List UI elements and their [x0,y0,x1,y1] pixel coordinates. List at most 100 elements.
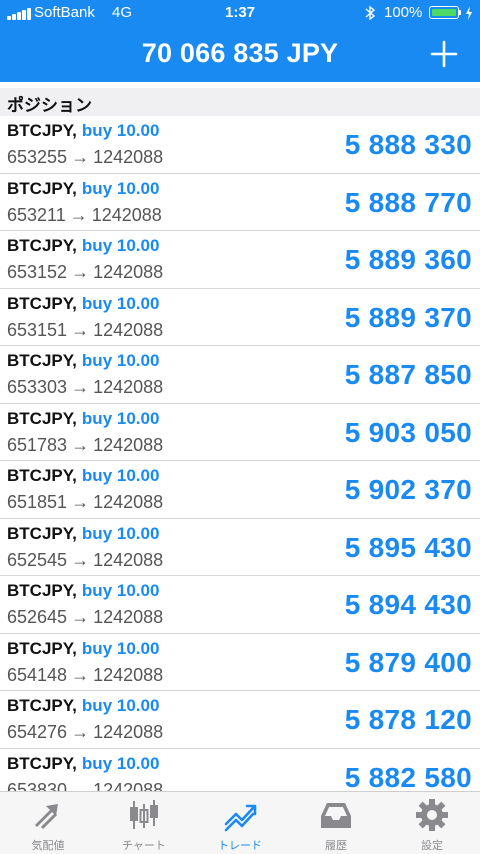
right-arrow-icon: → [71,377,90,397]
right-arrow-icon: → [71,722,90,742]
position-symbol: BTCJPY, [7,753,77,773]
position-profit: 5 882 580 [344,761,472,793]
position-row[interactable]: BTCJPY, buy 10.00 651851 → 1242088 5 902 370 [0,461,480,519]
position-side-volume: buy 10.00 [81,581,160,600]
positions-section-header: ポジション [0,88,480,116]
position-symbol: BTCJPY, [7,523,77,543]
position-row[interactable]: BTCJPY, buy 10.00 653303 → 1242088 5 887 850 [0,346,480,404]
position-symbol: BTCJPY, [7,696,77,715]
position-symbol: BTCJPY, [7,236,77,255]
current-price: 1242088 [93,664,164,685]
position-side-volume: buy 10.00 [81,523,160,543]
candlestick-chart-icon [130,800,158,829]
position-row[interactable]: BTCJPY, buy 10.00 651783 → 1242088 5 903 050 [0,403,480,461]
position-instrument: BTCJPY, buy 10.00 [7,409,159,429]
account-balance-title: 70 066 835 JPY [141,38,339,68]
position-prices: 653151 → 1242088 [7,320,163,341]
position-instrument: BTCJPY, buy 10.00 [7,466,159,486]
position-prices: 653152 → 1242088 [7,262,163,283]
position-instrument: BTCJPY, buy 10.00 [7,236,159,256]
position-row[interactable]: BTCJPY, buy 10.00 653211 → 1242088 5 888 770 [0,173,480,231]
position-symbol: BTCJPY, [7,351,77,370]
tab-trade[interactable]: トレード [192,792,288,854]
position-symbol: BTCJPY, [7,638,77,658]
position-profit: 5 879 400 [344,646,472,678]
position-profit: 5 889 370 [344,301,472,333]
open-price: 651783 [7,434,68,455]
position-side-volume: buy 10.00 [81,121,160,140]
position-prices: 652645 → 1242088 [7,607,163,628]
open-price: 653255 [7,147,68,167]
current-price: 1242088 [93,722,164,742]
tab-settings[interactable]: 設定 [384,792,480,854]
position-side-volume: buy 10.00 [81,351,160,370]
current-price: 1242088 [93,549,164,570]
position-row[interactable]: BTCJPY, buy 10.00 653152 → 1242088 5 889 360 [0,231,480,289]
position-symbol: BTCJPY, [7,178,77,198]
position-instrument: BTCJPY, buy 10.00 [7,696,159,716]
position-profit: 5 887 850 [344,359,472,390]
open-price: 651851 [7,492,68,512]
position-instrument: BTCJPY, buy 10.00 [7,524,159,544]
position-prices: 653211 → 1242088 [7,205,162,226]
status-bar: SoftBank 4G 1:37 100% [0,0,480,26]
position-prices: 652545 → 1242088 [7,550,163,571]
position-side-volume: buy 10.00 [81,638,160,658]
tab-label-quotes: 気配値 [31,840,65,852]
current-price: 1242088 [93,319,164,340]
position-instrument: BTCJPY, buy 10.00 [7,581,159,601]
right-arrow-icon: → [71,147,90,167]
plus-icon[interactable] [428,38,460,70]
tab-label-settings: 設定 [421,840,443,852]
position-profit: 5 894 430 [344,589,472,620]
open-price: 653211 [7,204,66,225]
battery-percentage: 100% [384,4,423,21]
right-arrow-icon: → [71,262,90,282]
position-row[interactable]: BTCJPY, buy 10.00 653830 → 1242088 5 882 580 [0,748,480,793]
position-row[interactable]: BTCJPY, buy 10.00 652545 → 1242088 5 895 430 [0,518,480,576]
position-prices: 651783 → 1242088 [7,435,163,456]
position-side-volume: buy 10.00 [81,696,160,715]
position-row[interactable]: BTCJPY, buy 10.00 654276 → 1242088 5 878 120 [0,691,480,749]
right-arrow-icon: → [69,204,88,225]
position-prices: 653303 → 1242088 [7,377,163,398]
position-side-volume: buy 10.00 [81,178,160,198]
open-price: 654276 [7,722,68,742]
quotes-arrows-icon [35,804,58,830]
position-profit: 5 878 120 [344,704,472,735]
current-price: 1242088 [93,262,164,282]
open-price: 653151 [7,319,68,340]
section-title: ポジション [7,96,92,115]
position-row[interactable]: BTCJPY, buy 10.00 652645 → 1242088 5 894 430 [0,576,480,634]
position-prices: 654276 → 1242088 [7,722,163,743]
bottom-tab-bar: 気配値 チャート トレード 履歴 設定 [0,791,480,854]
current-price: 1242088 [91,204,162,225]
tab-quotes[interactable]: 気配値 [0,792,96,854]
position-profit: 5 889 360 [344,244,472,275]
tab-history[interactable]: 履歴 [288,792,384,854]
trade-trend-icon [224,804,257,832]
current-price: 1242088 [93,147,164,167]
position-prices: 654148 → 1242088 [7,665,163,686]
position-instrument: BTCJPY, buy 10.00 [7,121,159,141]
position-instrument: BTCJPY, buy 10.00 [7,351,159,371]
position-prices: 651851 → 1242088 [7,492,163,513]
positions-list[interactable]: BTCJPY, buy 10.00 653255 → 1242088 5 888 330 B… [0,116,480,792]
position-row[interactable]: BTCJPY, buy 10.00 653151 → 1242088 5 889 370 [0,288,480,346]
position-instrument: BTCJPY, buy 10.00 [7,294,159,314]
right-arrow-icon: → [71,664,90,685]
position-row[interactable]: BTCJPY, buy 10.00 654148 → 1242088 5 879 400 [0,633,480,691]
position-row[interactable]: BTCJPY, buy 10.00 653255 → 1242088 5 888 330 [0,116,480,174]
position-profit: 5 902 370 [344,474,472,505]
position-symbol: BTCJPY, [7,466,77,485]
current-price: 1242088 [93,607,164,627]
current-price: 1242088 [93,434,164,455]
history-tray-icon [321,803,351,828]
position-instrument: BTCJPY, buy 10.00 [7,639,159,659]
position-side-volume: buy 10.00 [81,753,160,773]
position-symbol: BTCJPY, [7,293,77,313]
position-profit: 5 903 050 [344,416,472,448]
position-side-volume: buy 10.00 [81,293,160,313]
tab-chart[interactable]: チャート [96,792,192,854]
battery-tip [459,10,461,15]
